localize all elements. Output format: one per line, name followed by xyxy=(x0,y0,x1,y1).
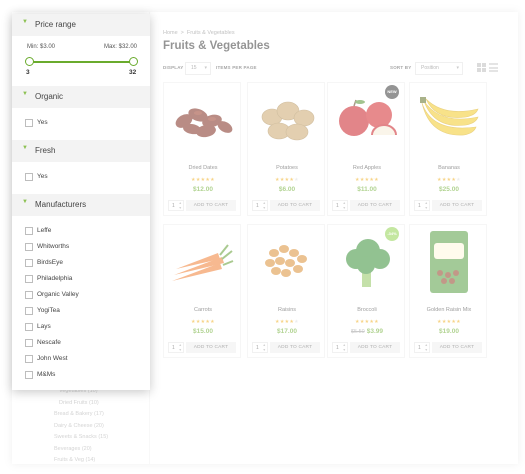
filter-fresh-title: Fresh xyxy=(35,146,56,155)
checkbox[interactable] xyxy=(25,355,33,363)
chevron-down-icon: ▼ xyxy=(22,145,28,151)
checkbox-label: M&Ms xyxy=(37,371,56,378)
checkbox[interactable] xyxy=(25,259,33,267)
filter-manufacturers-title: Manufacturers xyxy=(35,200,87,209)
filter-panel: ▼ Price range Min: $3.00 Max: $32.00 3 3… xyxy=(12,14,150,390)
price-min-label: Min: $3.00 xyxy=(27,44,56,50)
filter-price-title: Price range xyxy=(35,20,76,29)
filter-fresh-header[interactable]: ▼ Fresh xyxy=(12,140,150,162)
checkbox[interactable] xyxy=(25,119,33,127)
checkbox-label: Organic Valley xyxy=(37,291,79,298)
filter-price-header[interactable]: ▼ Price range xyxy=(12,14,150,36)
checkbox-label: Leffe xyxy=(37,227,52,234)
checkbox[interactable] xyxy=(25,339,33,347)
filter-organic-title: Organic xyxy=(35,92,64,101)
price-range-from: 3 xyxy=(26,69,30,76)
filter-organic-header[interactable]: ▼ Organic xyxy=(12,86,150,108)
checkbox-label: BirdsEye xyxy=(37,259,64,266)
checkbox-label: Lays xyxy=(37,323,51,330)
filter-manufacturers-header[interactable]: ▼ Manufacturers xyxy=(12,194,150,216)
checkbox-label: YogiTea xyxy=(37,307,60,314)
checkbox[interactable] xyxy=(25,227,33,235)
checkbox[interactable] xyxy=(25,371,33,379)
checkbox-label: Yes xyxy=(37,119,48,126)
checkbox[interactable] xyxy=(25,275,33,283)
checkbox-label: Nescafe xyxy=(37,339,61,346)
price-max-label: Max: $32.00 xyxy=(103,44,137,50)
chevron-down-icon: ▼ xyxy=(22,19,28,25)
chevron-down-icon: ▼ xyxy=(22,91,28,97)
price-range-to: 32 xyxy=(129,69,137,76)
checkbox-label: Yes xyxy=(37,173,48,180)
checkbox-label: Philadelphia xyxy=(37,275,73,282)
checkbox[interactable] xyxy=(25,173,33,181)
checkbox[interactable] xyxy=(25,291,33,299)
checkbox-label: Whitworths xyxy=(37,243,70,250)
chevron-down-icon: ▼ xyxy=(22,199,28,205)
price-slider-min-handle[interactable] xyxy=(25,57,34,66)
price-slider-max-handle[interactable] xyxy=(129,57,138,66)
checkbox[interactable] xyxy=(25,307,33,315)
checkbox-label: John West xyxy=(37,355,68,362)
checkbox[interactable] xyxy=(25,243,33,251)
checkbox[interactable] xyxy=(25,323,33,331)
price-min-max: Min: $3.00 Max: $32.00 xyxy=(27,44,137,50)
price-slider-track[interactable] xyxy=(29,61,134,63)
